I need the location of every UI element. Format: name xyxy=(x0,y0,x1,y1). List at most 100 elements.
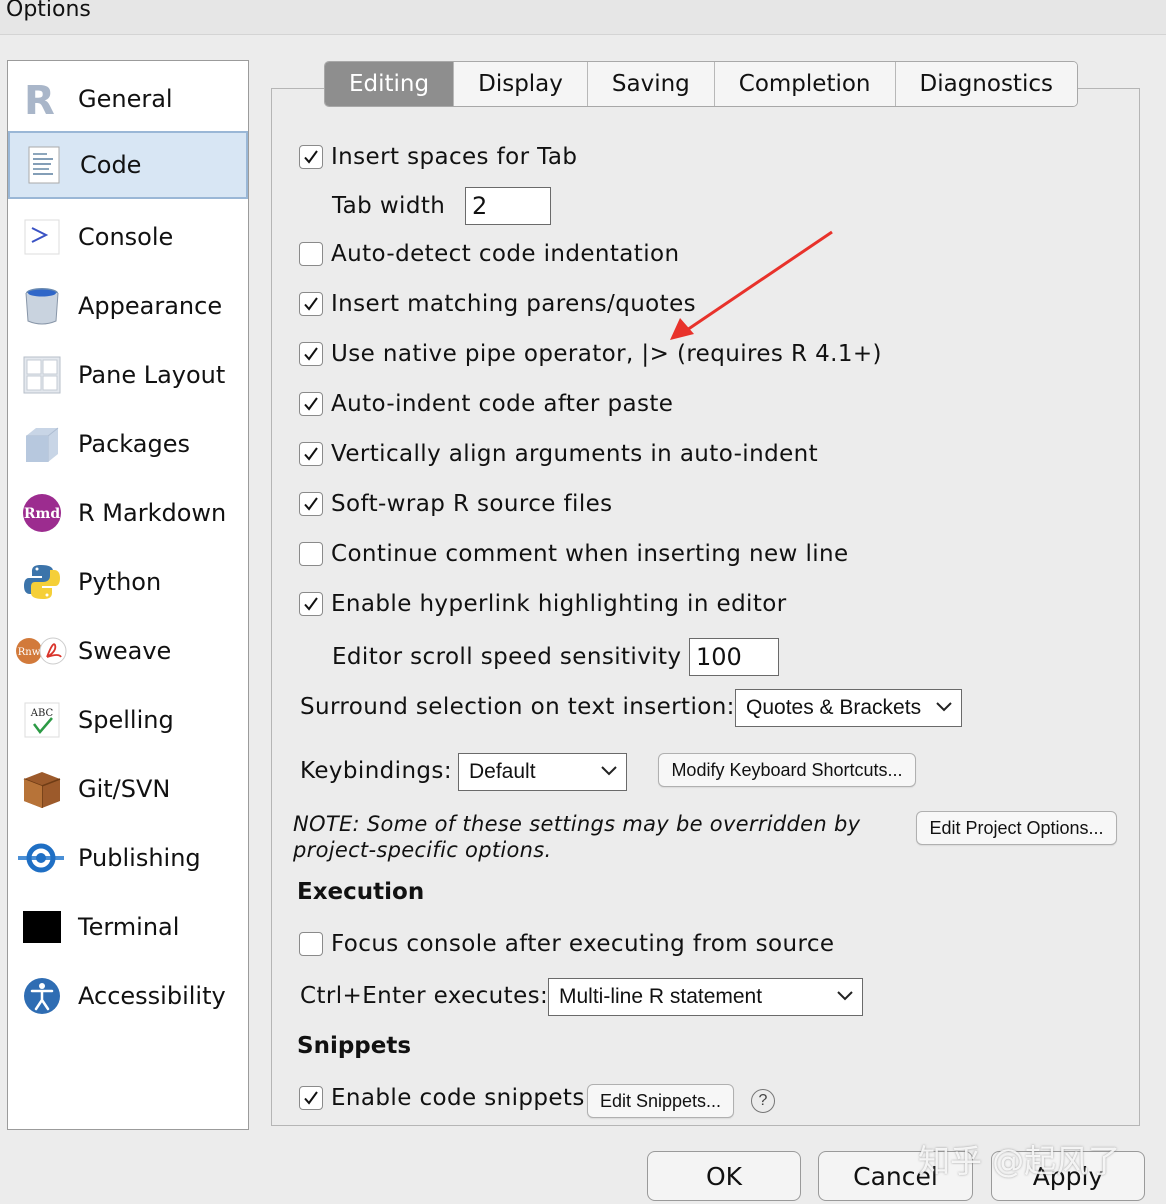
matching-parens-label: Insert matching parens/quotes xyxy=(331,291,697,317)
insert-spaces-checkbox[interactable] xyxy=(299,145,323,169)
soft-wrap-checkbox[interactable] xyxy=(299,492,323,516)
tab-saving[interactable]: Saving xyxy=(587,62,715,106)
surround-selection-value: Quotes & Brackets xyxy=(746,696,922,719)
soft-wrap-label: Soft-wrap R source files xyxy=(331,491,613,517)
sidebar-item-pane-layout[interactable]: Pane Layout xyxy=(8,341,248,409)
sidebar-item-packages[interactable]: Packages xyxy=(8,410,248,478)
auto-indent-checkbox[interactable] xyxy=(299,392,323,416)
note-line-2: project-specific options. xyxy=(293,838,552,862)
sidebar-item-console[interactable]: Console xyxy=(8,203,248,271)
sidebar-item-terminal[interactable]: Terminal xyxy=(8,893,248,961)
tab-completion[interactable]: Completion xyxy=(714,62,896,106)
checkmark-icon xyxy=(304,497,318,511)
checkmark-icon xyxy=(304,150,318,164)
surround-selection-label: Surround selection on text insertion: xyxy=(300,694,735,720)
auto-detect-checkbox[interactable] xyxy=(299,242,323,266)
auto-detect-label: Auto-detect code indentation xyxy=(331,241,680,267)
package-box-icon xyxy=(20,422,64,466)
auto-indent-option: Auto-indent code after paste xyxy=(299,391,673,417)
terminal-icon xyxy=(20,905,64,949)
svg-text:Rnw: Rnw xyxy=(18,647,41,658)
vertical-align-checkbox[interactable] xyxy=(299,442,323,466)
sidebar-item-git-svn[interactable]: Git/SVN xyxy=(8,755,248,823)
tab-width-label: Tab width xyxy=(332,193,446,219)
sidebar-item-code[interactable]: Code xyxy=(8,131,248,199)
rmd-icon: Rmd xyxy=(20,491,64,535)
sidebar-item-label: Pane Layout xyxy=(78,361,226,389)
keybindings-label: Keybindings: xyxy=(300,758,452,784)
console-prompt-icon xyxy=(20,215,64,259)
title-bar: Options xyxy=(0,0,1166,35)
ctrl-enter-label: Ctrl+Enter executes: xyxy=(300,983,549,1009)
accessibility-icon xyxy=(20,974,64,1018)
r-logo-icon: R xyxy=(20,77,64,121)
focus-console-checkbox[interactable] xyxy=(299,932,323,956)
continue-comment-checkbox[interactable] xyxy=(299,542,323,566)
ok-button[interactable]: OK xyxy=(647,1151,801,1201)
sidebar-item-label: Packages xyxy=(78,430,190,458)
annotation-arrow-icon xyxy=(670,230,833,340)
sidebar-item-sweave[interactable]: Rnw Sweave xyxy=(8,617,248,685)
chevron-down-icon xyxy=(936,702,952,712)
sidebar-item-label: Appearance xyxy=(78,292,223,320)
hyperlink-label: Enable hyperlink highlighting in editor xyxy=(331,591,787,617)
checkmark-icon xyxy=(304,397,318,411)
tab-display[interactable]: Display xyxy=(454,62,588,106)
sidebar-item-label: Publishing xyxy=(78,844,201,872)
help-icon[interactable]: ? xyxy=(751,1089,775,1113)
sidebar-item-publishing[interactable]: Publishing xyxy=(8,824,248,892)
chevron-down-icon xyxy=(837,991,853,1001)
edit-snippets-button[interactable]: Edit Snippets... xyxy=(587,1084,734,1118)
keybindings-value: Default xyxy=(469,760,536,783)
svg-text:Rmd: Rmd xyxy=(24,506,60,522)
vertical-align-label: Vertically align arguments in auto-inden… xyxy=(331,441,819,467)
watermark: 知乎 @起风了 xyxy=(918,1142,1121,1180)
sidebar-item-python[interactable]: Python xyxy=(8,548,248,616)
modify-shortcuts-button[interactable]: Modify Keyboard Shortcuts... xyxy=(658,753,916,787)
scroll-speed-input[interactable]: 100 xyxy=(689,638,779,676)
publishing-icon xyxy=(16,836,66,880)
soft-wrap-option: Soft-wrap R source files xyxy=(299,491,613,517)
hyperlink-checkbox[interactable] xyxy=(299,592,323,616)
pane-layout-icon xyxy=(20,353,64,397)
chevron-down-icon xyxy=(601,766,617,776)
tab-editing[interactable]: Editing xyxy=(325,62,455,106)
sidebar-item-accessibility[interactable]: Accessibility xyxy=(8,962,248,1030)
sidebar-item-label: Console xyxy=(78,223,174,251)
sidebar: R General Code Console Appearance Pane L… xyxy=(7,60,249,1130)
code-document-icon xyxy=(22,143,66,187)
sidebar-item-rmarkdown[interactable]: Rmd R Markdown xyxy=(8,479,248,547)
continue-comment-option: Continue comment when inserting new line xyxy=(299,541,849,567)
sidebar-item-label: Accessibility xyxy=(78,982,226,1010)
tab-bar: Editing Display Saving Completion Diagno… xyxy=(324,61,1078,107)
execution-heading: Execution xyxy=(297,879,425,905)
snippets-heading: Snippets xyxy=(297,1033,412,1059)
sidebar-item-appearance[interactable]: Appearance xyxy=(8,272,248,340)
svg-text:ABC: ABC xyxy=(30,708,54,719)
note-line-1: NOTE: Some of these settings may be over… xyxy=(293,812,861,836)
tab-width-input[interactable]: 2 xyxy=(465,187,551,225)
native-pipe-checkbox[interactable] xyxy=(299,342,323,366)
enable-snippets-checkbox[interactable] xyxy=(299,1086,323,1110)
focus-console-label: Focus console after executing from sourc… xyxy=(331,931,835,957)
ctrl-enter-select[interactable]: Multi-line R statement xyxy=(548,978,863,1016)
continue-comment-label: Continue comment when inserting new line xyxy=(331,541,849,567)
project-override-note: NOTE: Some of these settings may be over… xyxy=(293,811,893,863)
hyperlink-option: Enable hyperlink highlighting in editor xyxy=(299,591,787,617)
svg-text:R: R xyxy=(24,79,55,119)
edit-project-options-button[interactable]: Edit Project Options... xyxy=(916,811,1117,845)
sidebar-item-spelling[interactable]: ABC Spelling xyxy=(8,686,248,754)
sidebar-item-label: Spelling xyxy=(78,706,174,734)
keybindings-select[interactable]: Default xyxy=(458,753,627,791)
matching-parens-checkbox[interactable] xyxy=(299,292,323,316)
sweave-rnw-pdf-icon: Rnw xyxy=(14,629,70,673)
checkmark-icon xyxy=(304,297,318,311)
sidebar-item-label: Sweave xyxy=(78,637,172,665)
tab-diagnostics[interactable]: Diagnostics xyxy=(895,62,1077,106)
vertical-align-option: Vertically align arguments in auto-inden… xyxy=(299,441,818,467)
auto-indent-label: Auto-indent code after paste xyxy=(331,391,674,417)
sidebar-item-general[interactable]: R General xyxy=(8,65,248,133)
surround-selection-select[interactable]: Quotes & Brackets xyxy=(735,689,962,727)
sidebar-item-label: Git/SVN xyxy=(78,775,171,803)
git-box-icon xyxy=(20,767,64,811)
